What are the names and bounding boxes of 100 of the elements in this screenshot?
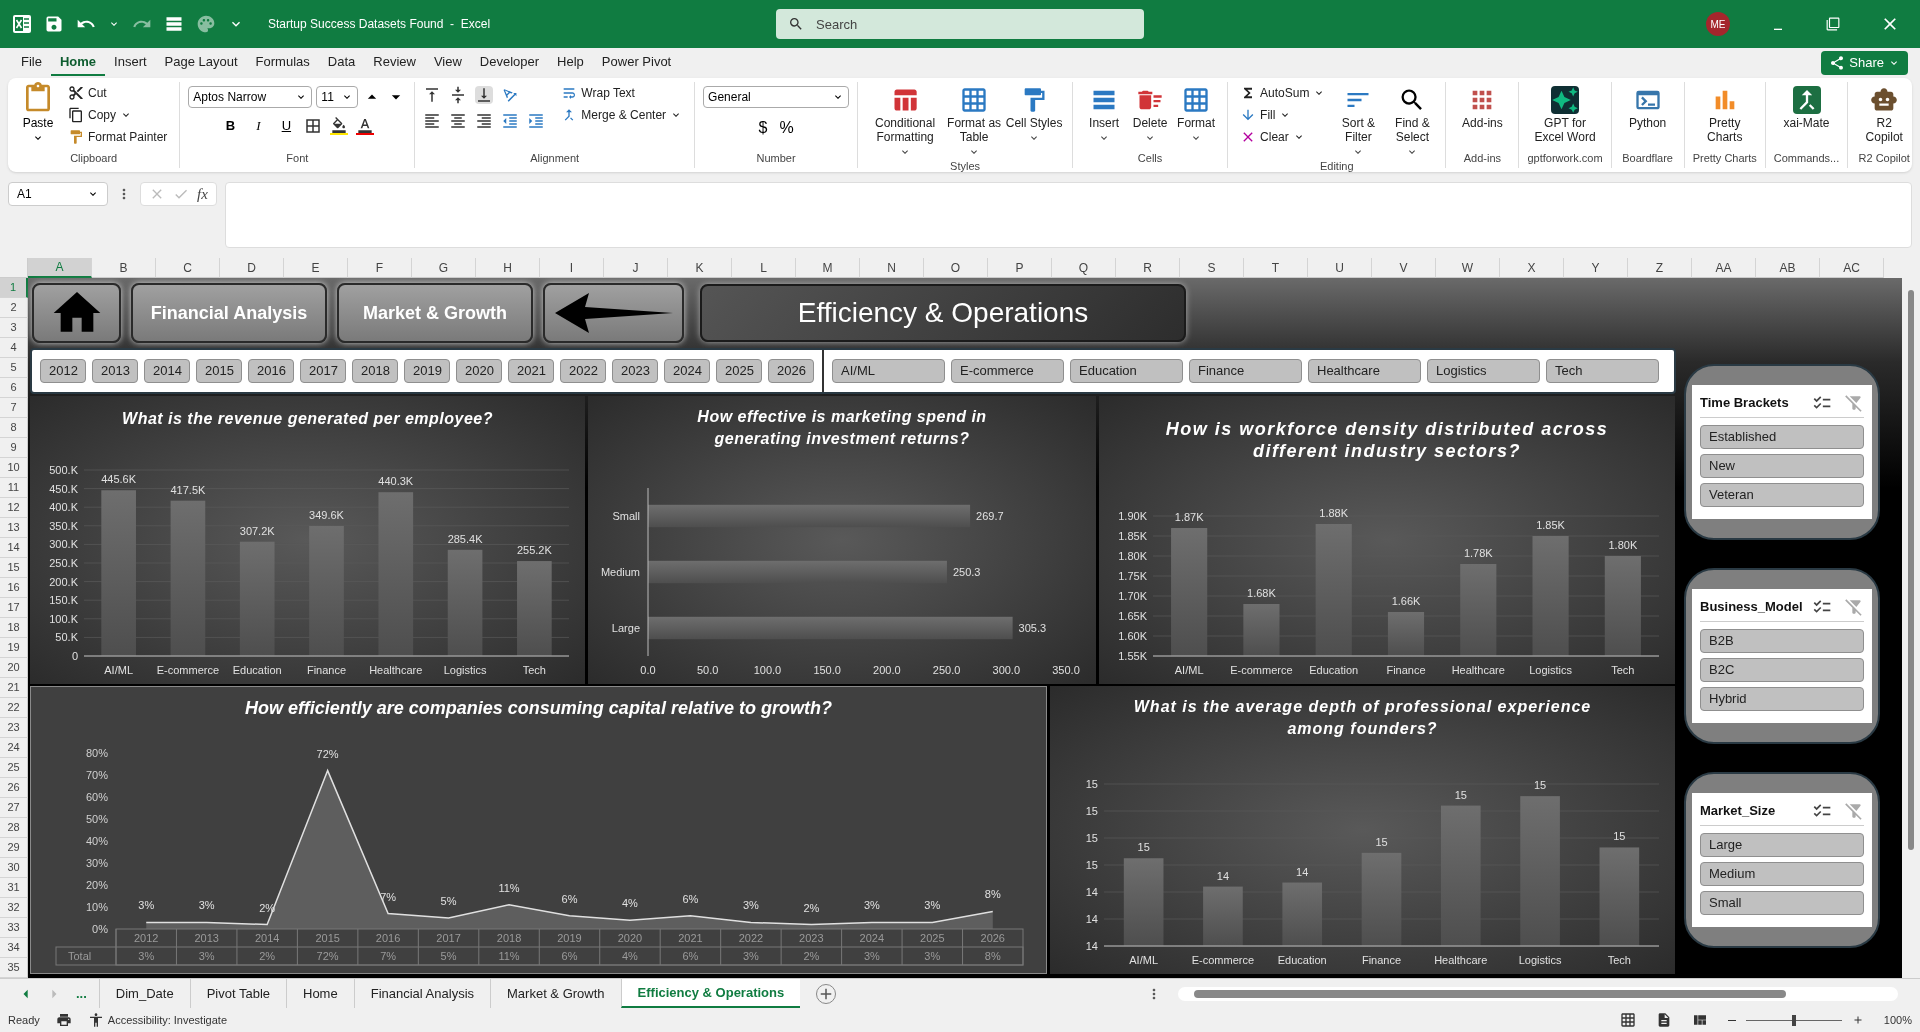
ribbon-button[interactable]: GPT for Excel Word <box>1528 82 1602 144</box>
format-painter-button[interactable]: Format Painter <box>64 126 172 148</box>
back-button[interactable] <box>543 283 684 343</box>
slicer-item[interactable]: 2019 <box>404 359 450 383</box>
slicer-item[interactable]: 2025 <box>716 359 762 383</box>
menu-tab[interactable]: Developer <box>470 50 549 76</box>
slicer-item[interactable]: Healthcare <box>1308 359 1421 383</box>
zoom-level[interactable]: 100% <box>1883 1011 1912 1029</box>
slicer-item[interactable]: 2016 <box>248 359 294 383</box>
clear-button[interactable]: Clear <box>1236 126 1330 148</box>
slicer-item[interactable]: 2026 <box>768 359 814 383</box>
slicer-item[interactable]: 2014 <box>144 359 190 383</box>
increase-indent-icon[interactable] <box>527 112 546 130</box>
user-avatar[interactable]: ME <box>1706 12 1730 36</box>
fill-button[interactable]: Fill <box>1236 104 1330 126</box>
slicer-item[interactable]: Large <box>1700 833 1864 857</box>
slicer-item[interactable]: 2023 <box>612 359 658 383</box>
ribbon-button[interactable]: Sort & Filter <box>1333 82 1384 158</box>
decrease-indent-icon[interactable] <box>501 112 520 130</box>
row-header[interactable]: 1 <box>0 278 28 298</box>
zoom-slider[interactable] <box>1743 1014 1844 1026</box>
align-bottom-icon[interactable] <box>475 86 494 104</box>
accessibility-status[interactable]: Accessibility: Investigate <box>107 1011 227 1029</box>
slicer-item[interactable]: B2C <box>1700 658 1864 682</box>
slicer-item[interactable]: Logistics <box>1427 359 1540 383</box>
menu-tab[interactable]: Insert <box>105 50 156 76</box>
align-left-icon[interactable] <box>423 112 442 130</box>
slicer-item[interactable]: 2018 <box>352 359 398 383</box>
share-button[interactable]: Share <box>1821 51 1908 75</box>
menu-tab[interactable]: Formulas <box>246 50 319 76</box>
slicer-item[interactable]: Finance <box>1189 359 1302 383</box>
ribbon-button[interactable]: Add-ins <box>1454 82 1511 130</box>
formula-input[interactable] <box>224 182 1912 248</box>
slicer-item[interactable]: Small <box>1700 891 1864 915</box>
accessibility-icon[interactable] <box>87 1012 104 1028</box>
menu-tab[interactable]: Data <box>318 50 365 76</box>
fill-color-icon[interactable] <box>330 116 349 135</box>
menu-tab[interactable]: Home <box>50 50 106 76</box>
name-box[interactable]: A1 <box>8 182 108 206</box>
column-header[interactable]: A <box>28 258 92 278</box>
slicer-item[interactable]: B2B <box>1700 629 1864 653</box>
slicer-item[interactable]: Education <box>1070 359 1183 383</box>
underline-button[interactable]: U <box>276 116 297 136</box>
slicer-item[interactable]: 2012 <box>40 359 86 383</box>
form-icon[interactable] <box>164 14 184 34</box>
font-color-icon[interactable] <box>356 116 375 135</box>
font-name-dropdown[interactable]: Aptos Narrow <box>188 86 313 108</box>
paste-button[interactable]: Paste <box>16 82 60 148</box>
ribbon-button[interactable]: Python <box>1619 82 1676 130</box>
italic-button[interactable]: I <box>248 116 269 136</box>
slicer-item[interactable]: 2024 <box>664 359 710 383</box>
restore-icon[interactable] <box>1826 17 1840 31</box>
bold-button[interactable]: B <box>220 116 241 136</box>
slicer-item[interactable]: Hybrid <box>1700 687 1864 711</box>
menu-tab[interactable]: Review <box>364 50 425 76</box>
ribbon-button[interactable]: Cell Styles <box>1004 82 1065 158</box>
more-sheets-link[interactable]: ... <box>76 983 87 1004</box>
slicer-item[interactable]: New <box>1700 454 1864 478</box>
ribbon-button[interactable]: xai-Mate <box>1778 82 1835 130</box>
ribbon-button[interactable]: Conditional Formatting <box>866 82 945 158</box>
number-format-dropdown[interactable]: General <box>703 86 850 108</box>
menu-tab[interactable]: View <box>424 50 471 76</box>
slicer-item[interactable]: Established <box>1700 425 1864 449</box>
cut-button[interactable]: Cut <box>64 82 172 104</box>
percent-button[interactable]: % <box>779 116 794 140</box>
menu-tab[interactable]: Power Pivot <box>592 50 681 76</box>
slicer-item[interactable]: Veteran <box>1700 483 1864 507</box>
home-button[interactable] <box>32 283 121 343</box>
menu-tab[interactable]: Help <box>548 50 593 76</box>
copy-button[interactable]: Copy <box>64 104 172 126</box>
slicer-item[interactable]: 2022 <box>560 359 606 383</box>
ribbon-button[interactable]: Find & Select <box>1387 82 1438 158</box>
ribbon-button[interactable]: Insert <box>1081 82 1128 144</box>
autosum-button[interactable]: AutoSum <box>1236 82 1330 104</box>
currency-button[interactable]: $ <box>758 116 768 140</box>
slicer-item[interactable]: Tech <box>1546 359 1659 383</box>
ribbon-button[interactable]: Format as Table <box>944 82 1005 158</box>
slicer-item[interactable]: 2021 <box>508 359 554 383</box>
save-icon[interactable] <box>44 14 64 34</box>
borders-icon[interactable] <box>304 116 323 135</box>
align-center-icon[interactable] <box>449 112 468 130</box>
page-break-icon[interactable] <box>1691 1012 1708 1028</box>
wrap-text-button[interactable]: Wrap Text <box>557 82 687 104</box>
align-right-icon[interactable] <box>475 112 494 130</box>
insert-function-button[interactable]: fx <box>197 182 208 206</box>
sheet-tab[interactable]: Efficiency & Operations <box>620 979 801 1008</box>
merge-center-button[interactable]: Merge & Center <box>557 104 687 126</box>
menu-tab[interactable]: Page Layout <box>155 50 247 76</box>
font-size-dropdown[interactable]: 11 <box>316 86 359 108</box>
horizontal-scrollbar[interactable] <box>1178 986 1899 1001</box>
slicer-item[interactable]: Medium <box>1700 862 1864 886</box>
slicer-item[interactable]: AI/ML <box>832 359 945 383</box>
search-field[interactable]: Search <box>776 9 1144 39</box>
slicer-item[interactable]: 2017 <box>300 359 346 383</box>
slicer-item[interactable]: 2015 <box>196 359 242 383</box>
ribbon-button[interactable]: Format <box>1173 82 1220 144</box>
spreadsheet-logo-icon[interactable] <box>12 14 32 34</box>
ribbon-button[interactable]: Pretty Charts <box>1696 82 1753 144</box>
slicer-item[interactable]: 2013 <box>92 359 138 383</box>
normal-view-icon[interactable] <box>1619 1012 1636 1028</box>
